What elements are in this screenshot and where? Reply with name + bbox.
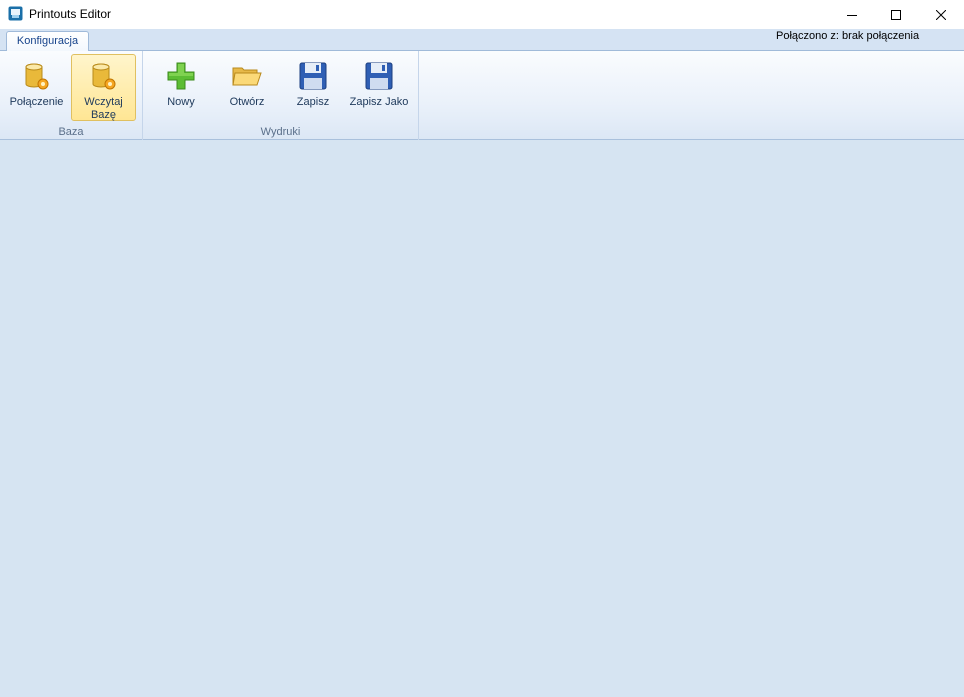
workspace-area [0, 140, 964, 697]
close-icon [936, 9, 946, 20]
connection-status: Połączono z: brak połączenia [776, 30, 920, 42]
close-button[interactable] [918, 0, 964, 29]
wczytaj-baze-label: Wczytaj Bazę [72, 96, 135, 122]
ribbon-panel: Połączenie Wczytaj Bazę Baza Nowy Otwórz… [0, 51, 964, 140]
ribbon-group-baza: Połączenie Wczytaj Bazę Baza [0, 51, 143, 140]
wczytaj-baze-button[interactable]: Wczytaj Bazę [71, 54, 136, 121]
nowy-label: Nowy [167, 96, 195, 108]
ribbon-group-wydruki: Nowy Otwórz Zapisz Zapisz Jako Wydruki [143, 51, 419, 140]
maximize-icon [891, 9, 901, 20]
otworz-button[interactable]: Otwórz [219, 54, 275, 121]
minimize-button[interactable] [829, 0, 875, 29]
folder-open-icon [232, 67, 262, 86]
zapisz-button[interactable]: Zapisz [287, 54, 339, 121]
title-bar: Printouts Editor [0, 0, 964, 29]
database-gear-icon [25, 63, 48, 90]
polaczenie-button[interactable]: Połączenie [5, 54, 68, 121]
minimize-icon [847, 14, 857, 16]
zapisz-jako-button[interactable]: Zapisz Jako [347, 54, 411, 121]
maximize-button[interactable] [873, 0, 919, 29]
plus-icon [167, 62, 195, 90]
group-label-wydruki: Wydruki [260, 126, 301, 138]
floppy-disk-icon [365, 62, 393, 90]
group-label-baza: Baza [58, 126, 84, 138]
wczytaj-baze-label-line2: Bazę [90, 109, 117, 121]
nowy-button[interactable]: Nowy [155, 54, 207, 121]
database-gear-icon [92, 63, 115, 90]
floppy-disk-icon [299, 62, 327, 90]
zapisz-label: Zapisz [296, 96, 330, 108]
zapisz-jako-label: Zapisz Jako [349, 96, 409, 108]
tab-konfiguracja[interactable]: Konfiguracja [6, 31, 89, 52]
otworz-label: Otwórz [229, 96, 265, 108]
wczytaj-baze-label-line1: Wczytaj [84, 96, 123, 108]
window-title: Printouts Editor [29, 7, 112, 21]
app-icon [8, 6, 23, 21]
polaczenie-label: Połączenie [9, 96, 64, 108]
